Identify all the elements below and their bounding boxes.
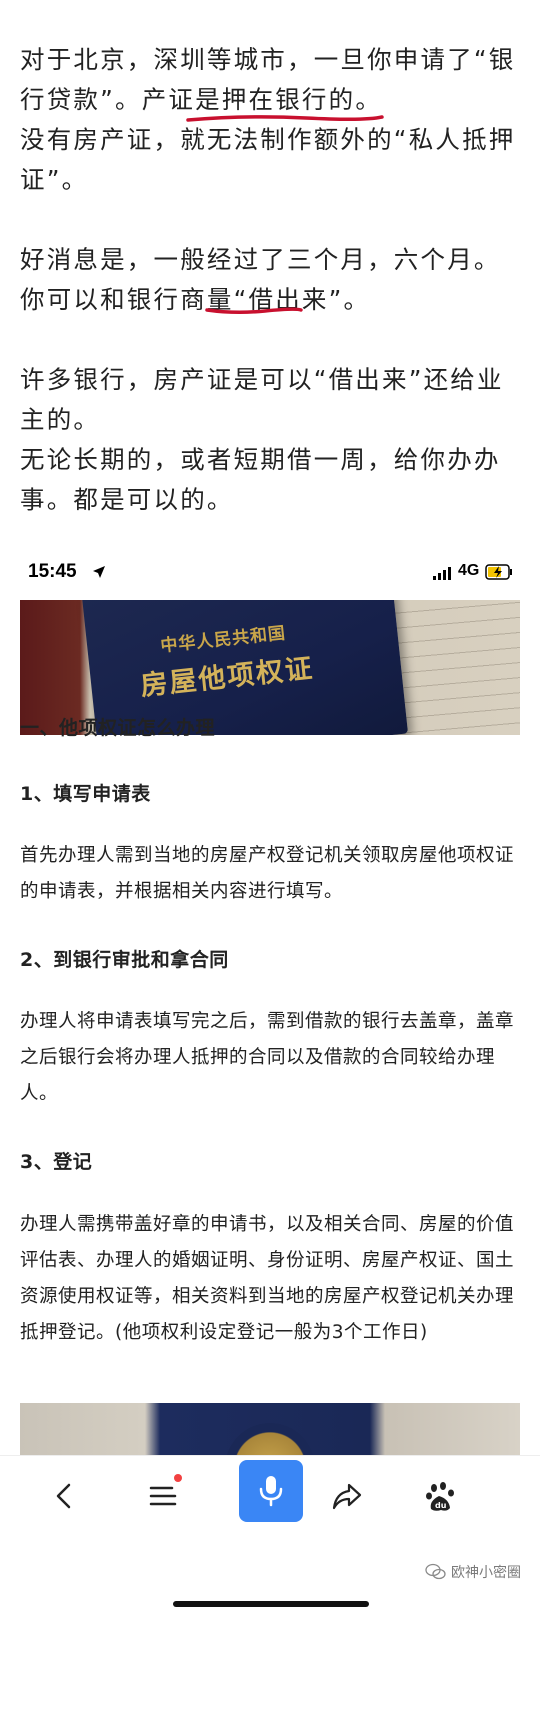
article-paragraph-2: 没有房产证，就无法制作额外的“私人抵押证”。 (20, 125, 516, 194)
network-type: 4G (458, 562, 480, 579)
section-heading: 一、他项权证怎么办理 (20, 717, 216, 739)
menu-icon (149, 1486, 177, 1506)
article-body: 对于北京，深圳等城市，一旦你申请了“银行贷款”。产证是押在银行的。 没有房产证，… (20, 40, 525, 520)
chevron-left-icon (56, 1483, 71, 1509)
wechat-icon (425, 1563, 446, 1580)
highlight-borrow-out: “借出来” (233, 285, 344, 314)
cellular-signal-icon (433, 567, 451, 580)
article-p4-end: 。 (343, 285, 371, 314)
step1-title: 1、填写申请表 (20, 783, 151, 805)
watermark-text: 欧神小密圈 (451, 1565, 521, 1581)
menu-button[interactable] (133, 1466, 193, 1526)
svg-text:du: du (435, 1501, 447, 1510)
status-bar: 15:45 4G (0, 555, 540, 591)
highlight-mortgaged-certificate: 产证是押在银行的 (141, 85, 356, 114)
step3-text: 办理人需携带盖好章的申请书，以及相关合同、房屋的价值评估表、办理人的婚姻证明、身… (20, 1214, 515, 1343)
article-paragraph-6: 无论长期的，或者短期借一周，给你办办事。都是可以的。 (20, 445, 501, 514)
baidu-paw-icon: du (426, 1482, 454, 1511)
article-p1-end: 。 (355, 85, 383, 114)
home-indicator (173, 1601, 369, 1607)
voice-search-button[interactable] (239, 1460, 303, 1522)
share-icon (332, 1483, 362, 1510)
embedded-phone-screenshot: 15:45 4G 中华人民共和国 房屋他项权证 一、他项权证怎么办理 1、填写申… (0, 555, 540, 1710)
battery-charging-icon (485, 564, 512, 580)
baidu-home-button[interactable]: du (410, 1466, 470, 1526)
microphone-icon (259, 1476, 283, 1507)
back-button[interactable] (35, 1466, 95, 1526)
share-button[interactable] (316, 1466, 376, 1526)
article-p4-text: 你可以和银行商量 (20, 285, 234, 314)
step1-text: 首先办理人需到当地的房屋产权登记机关领取房屋他项权证的申请表，并根据相关内容进行… (20, 845, 515, 902)
step3-title: 3、登记 (20, 1151, 93, 1173)
article-paragraph-5: 许多银行，房产证是可以“借出来”还给业主的。 (20, 365, 504, 434)
step2-text: 办理人将申请表填写完之后，需到借款的银行去盖章，盖章之后银行会将办理人抵押的合同… (20, 1011, 515, 1104)
article-paragraph-4: 你可以和银行商量“借出来”。 (20, 280, 525, 320)
status-time: 15:45 (28, 561, 77, 582)
location-arrow-icon (93, 566, 105, 578)
article-paragraph-3: 好消息是，一般经过了三个月，六个月。 (20, 245, 501, 274)
wechat-watermark: 欧神小密圈 (425, 1560, 521, 1584)
notification-dot (174, 1474, 182, 1482)
step2-title: 2、到银行审批和拿合同 (20, 949, 229, 971)
bottom-navbar: du 欧神小密圈 (0, 1455, 540, 1621)
article-paragraph-1: 对于北京，深圳等城市，一旦你申请了“银行贷款”。产证是押在银行的。 (20, 40, 525, 120)
